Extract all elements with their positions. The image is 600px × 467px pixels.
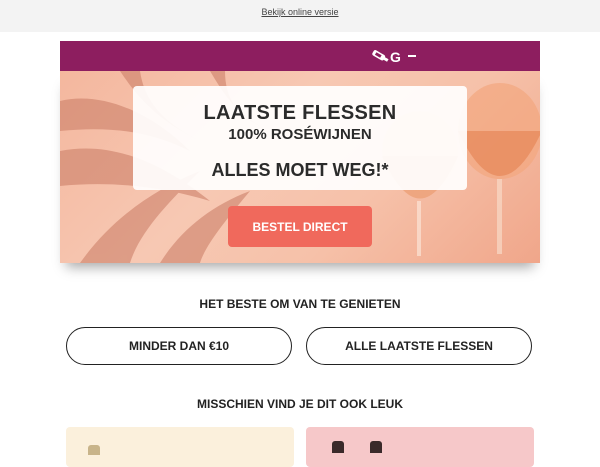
logo-letter: G <box>390 49 401 65</box>
bottle-image <box>370 441 382 453</box>
hero-sale-text: ALLES MOET WEG!* <box>211 160 389 180</box>
hero-subtitle: 100% ROSÉWIJNEN <box>228 126 372 143</box>
view-online-link[interactable]: Bekijk online versie <box>0 7 600 17</box>
section-title-enjoy: HET BESTE OM VAN TE GENIETEN <box>199 297 401 311</box>
bottle-image <box>332 441 344 453</box>
menu-icon[interactable] <box>408 55 416 57</box>
product-card[interactable] <box>306 427 534 467</box>
all-last-bottles-button[interactable]: ALLE LAATSTE FLESSEN <box>306 327 532 365</box>
under-10-button[interactable]: MINDER DAN €10 <box>66 327 292 365</box>
logo-icon[interactable]: G <box>370 47 404 65</box>
product-card[interactable] <box>66 427 294 467</box>
hero-title: LAATSTE FLESSEN <box>203 102 397 124</box>
bottle-image <box>88 445 100 455</box>
order-now-button[interactable]: BESTEL DIRECT <box>228 206 372 247</box>
hero-text-card: LAATSTE FLESSEN 100% ROSÉWIJNEN ALLES MO… <box>133 86 467 190</box>
section-title-recommend: MISSCHIEN VIND JE DIT OOK LEUK <box>196 397 404 411</box>
top-bar: Bekijk online versie <box>0 0 600 32</box>
brand-header <box>60 41 540 71</box>
